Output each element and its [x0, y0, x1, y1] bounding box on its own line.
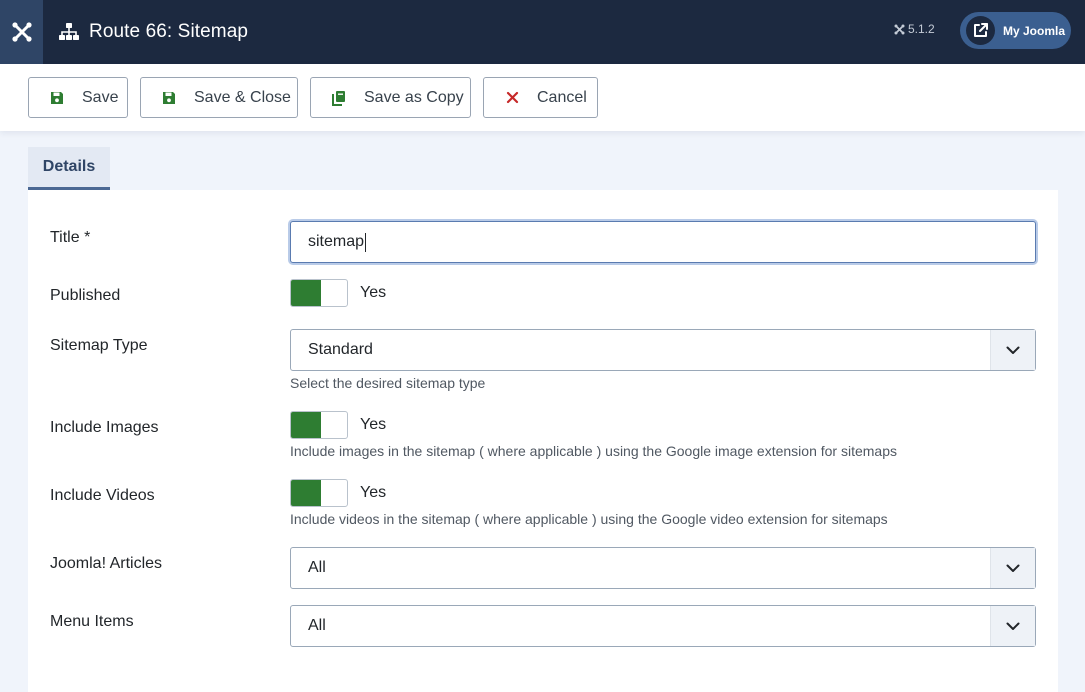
version-text: 5.1.2	[908, 22, 935, 36]
include-videos-toggle[interactable]	[290, 479, 348, 507]
sitemap-type-hint: Select the desired sitemap type	[290, 375, 486, 391]
sitemap-icon	[59, 23, 79, 40]
include-images-label: Include Images	[50, 419, 159, 436]
chevron-down-icon	[990, 548, 1035, 588]
copy-icon	[330, 89, 348, 107]
top-header: Route 66: Sitemap 5.1.2 My Joomla	[0, 0, 1085, 64]
include-images-state: Yes	[360, 416, 387, 433]
joomla-articles-select[interactable]: All	[290, 547, 1036, 589]
sitemap-type-label: Sitemap Type	[50, 337, 148, 354]
tab-details[interactable]: Details	[28, 147, 110, 190]
cancel-button[interactable]: Cancel	[483, 77, 598, 118]
text-caret	[365, 232, 367, 252]
title-input[interactable]: sitemap	[290, 221, 1036, 263]
published-state: Yes	[360, 284, 387, 301]
include-videos-hint: Include videos in the sitemap ( where ap…	[290, 511, 888, 527]
floppy-icon	[160, 89, 178, 107]
version-badge: 5.1.2	[894, 22, 935, 36]
my-joomla-button[interactable]: My Joomla	[960, 12, 1071, 49]
include-images-toggle[interactable]	[290, 411, 348, 439]
include-images-hint: Include images in the sitemap ( where ap…	[290, 443, 897, 459]
title-input-value: sitemap	[308, 233, 365, 250]
published-toggle[interactable]	[290, 279, 348, 307]
menu-items-value: All	[308, 617, 326, 634]
save-as-copy-label: Save as Copy	[364, 88, 464, 106]
include-videos-state: Yes	[360, 484, 387, 501]
joomla-articles-label: Joomla! Articles	[50, 555, 163, 572]
include-videos-label: Include Videos	[50, 487, 155, 504]
joomla-articles-value: All	[308, 559, 326, 576]
sitemap-type-select[interactable]: Standard	[290, 329, 1036, 371]
chevron-down-icon	[990, 330, 1035, 370]
title-label: Title *	[50, 229, 91, 246]
joomla-logo-icon	[11, 22, 32, 42]
menu-items-label: Menu Items	[50, 613, 134, 630]
chevron-down-icon	[990, 606, 1035, 646]
save-as-copy-button[interactable]: Save as Copy	[310, 77, 471, 118]
tab-details-label: Details	[42, 158, 96, 175]
joomla-small-icon	[894, 24, 905, 34]
close-icon	[503, 89, 521, 107]
external-link-icon	[966, 16, 995, 45]
save-close-label: Save & Close	[194, 88, 291, 106]
my-joomla-label: My Joomla	[1003, 23, 1066, 38]
toggle-on-indicator	[291, 480, 321, 506]
save-label: Save	[82, 88, 119, 106]
floppy-icon	[48, 89, 66, 107]
published-label: Published	[50, 287, 121, 304]
toggle-on-indicator	[291, 412, 321, 438]
page-title-wrap: Route 66: Sitemap	[58, 0, 248, 64]
menu-items-select[interactable]: All	[290, 605, 1036, 647]
joomla-logo-button[interactable]	[0, 0, 43, 64]
page-title: Route 66: Sitemap	[89, 21, 249, 42]
action-toolbar: Save Save & Close Save as Copy Cancel	[0, 64, 1085, 131]
toggle-on-indicator	[291, 280, 321, 306]
sitemap-type-value: Standard	[308, 341, 373, 358]
save-button[interactable]: Save	[28, 77, 128, 118]
save-close-button[interactable]: Save & Close	[140, 77, 298, 118]
cancel-label: Cancel	[537, 88, 587, 106]
